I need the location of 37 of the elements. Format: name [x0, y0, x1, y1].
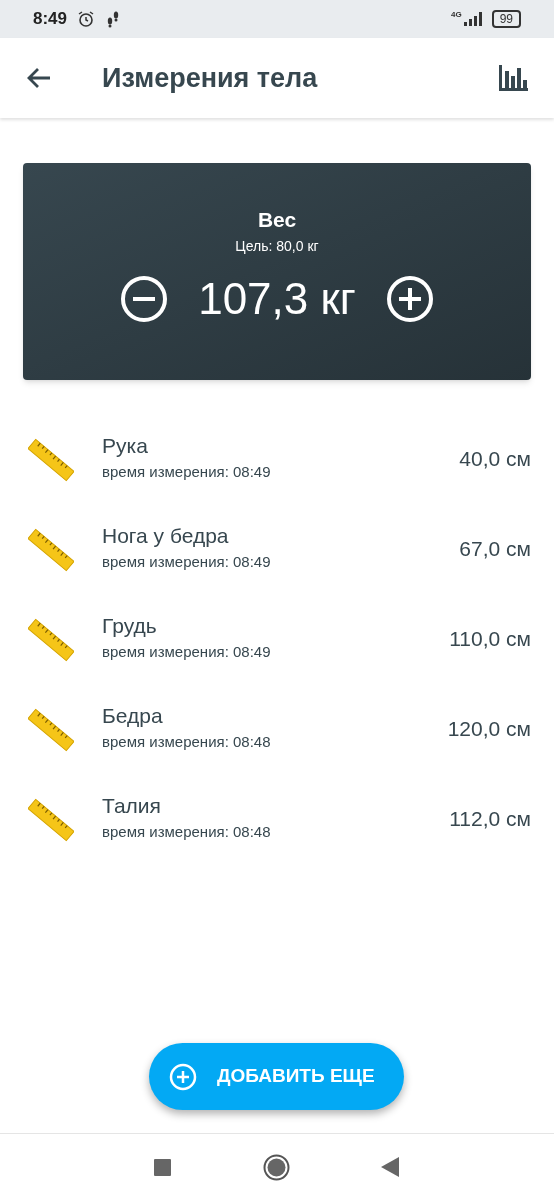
- measurement-time: время измерения: 08:49: [102, 642, 272, 663]
- measurement-name: Грудь: [102, 613, 158, 639]
- minus-circle-icon[interactable]: [120, 275, 169, 323]
- measurement-time: время измерения: 08:49: [102, 462, 272, 483]
- measurement-name: Бедра: [102, 703, 164, 729]
- back-arrow-icon[interactable]: [26, 67, 52, 89]
- measurement-name: Талия: [102, 793, 162, 819]
- measurement-time: время измерения: 08:49: [102, 552, 272, 573]
- network-label: 4G: [450, 9, 462, 21]
- measurement-row[interactable]: Грудь время измерения: 08:49 110,0 см: [0, 595, 554, 685]
- bar-chart-icon[interactable]: [498, 65, 528, 91]
- back-icon[interactable]: [381, 1157, 399, 1177]
- alarm-clock-icon: [77, 10, 96, 28]
- status-time: 8:49: [33, 8, 68, 31]
- plus-circle-icon[interactable]: [385, 275, 434, 323]
- measurement-row[interactable]: Рука время измерения: 08:49 40,0 см: [0, 415, 554, 505]
- measurement-value: 112,0 см: [449, 806, 531, 832]
- home-icon[interactable]: [263, 1153, 290, 1181]
- measurement-name: Нога у бедра: [102, 523, 230, 549]
- measurement-row[interactable]: Нога у бедра время измерения: 08:49 67,0 см: [0, 505, 554, 595]
- screen-title: Измерения тела: [102, 61, 318, 95]
- recent-apps-icon[interactable]: [154, 1158, 171, 1176]
- measurement-name: Рука: [102, 433, 149, 459]
- weight-title: Вес: [257, 209, 297, 230]
- measurement-value: 67,0 см: [459, 536, 531, 562]
- weight-goal: Цель: 80,0 кг: [235, 237, 319, 256]
- weight-value: 107,3 кг: [198, 277, 356, 321]
- signal-icon: [461, 12, 484, 26]
- measurement-value: 110,0 см: [449, 626, 531, 652]
- measurement-value: 120,0 см: [447, 716, 531, 742]
- measurement-row[interactable]: Талия время измерения: 08:48 112,0 см: [0, 775, 554, 865]
- measurement-row[interactable]: Бедра время измерения: 08:48 120,0 см: [0, 685, 554, 775]
- measurement-value: 40,0 см: [459, 446, 531, 472]
- measurement-time: время измерения: 08:48: [102, 732, 272, 753]
- plus-circle-icon: [169, 1062, 197, 1091]
- battery-indicator: 99: [491, 10, 521, 28]
- measurement-time: время измерения: 08:48: [102, 822, 272, 843]
